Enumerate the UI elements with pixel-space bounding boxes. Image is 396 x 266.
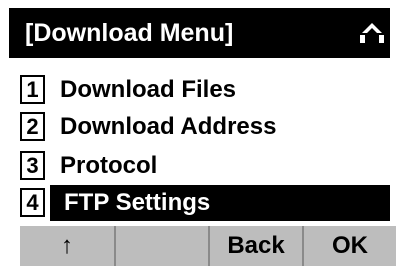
menu-item-protocol[interactable]: 3 Protocol [0, 148, 396, 184]
item-number: 1 [20, 75, 45, 104]
item-number: 3 [20, 151, 45, 180]
item-label: Protocol [60, 152, 158, 179]
item-number: 4 [20, 188, 45, 217]
item-label: FTP Settings [64, 189, 211, 216]
item-number: 2 [20, 112, 45, 141]
menu-item-download-address[interactable]: 2 Download Address [0, 109, 396, 145]
page-title: [Download Menu] [25, 19, 234, 47]
softkey-bar: ↑ Back OK [20, 226, 396, 266]
item-label: Download Files [60, 76, 237, 103]
softkey-ok[interactable]: OK [304, 226, 396, 266]
softkey-up-arrow[interactable]: ↑ [20, 226, 116, 266]
up-down-scroll-icon [360, 23, 384, 43]
phone-screen: [Download Menu] 1 Download Files 2 Downl… [0, 0, 396, 266]
menu-item-ftp-settings[interactable]: 4 FTP Settings [0, 185, 396, 221]
softkey-empty[interactable] [116, 226, 210, 266]
softkey-back[interactable]: Back [210, 226, 304, 266]
item-label: Download Address [60, 113, 277, 140]
menu-item-download-files[interactable]: 1 Download Files [0, 72, 396, 108]
title-bar: [Download Menu] [9, 8, 390, 58]
